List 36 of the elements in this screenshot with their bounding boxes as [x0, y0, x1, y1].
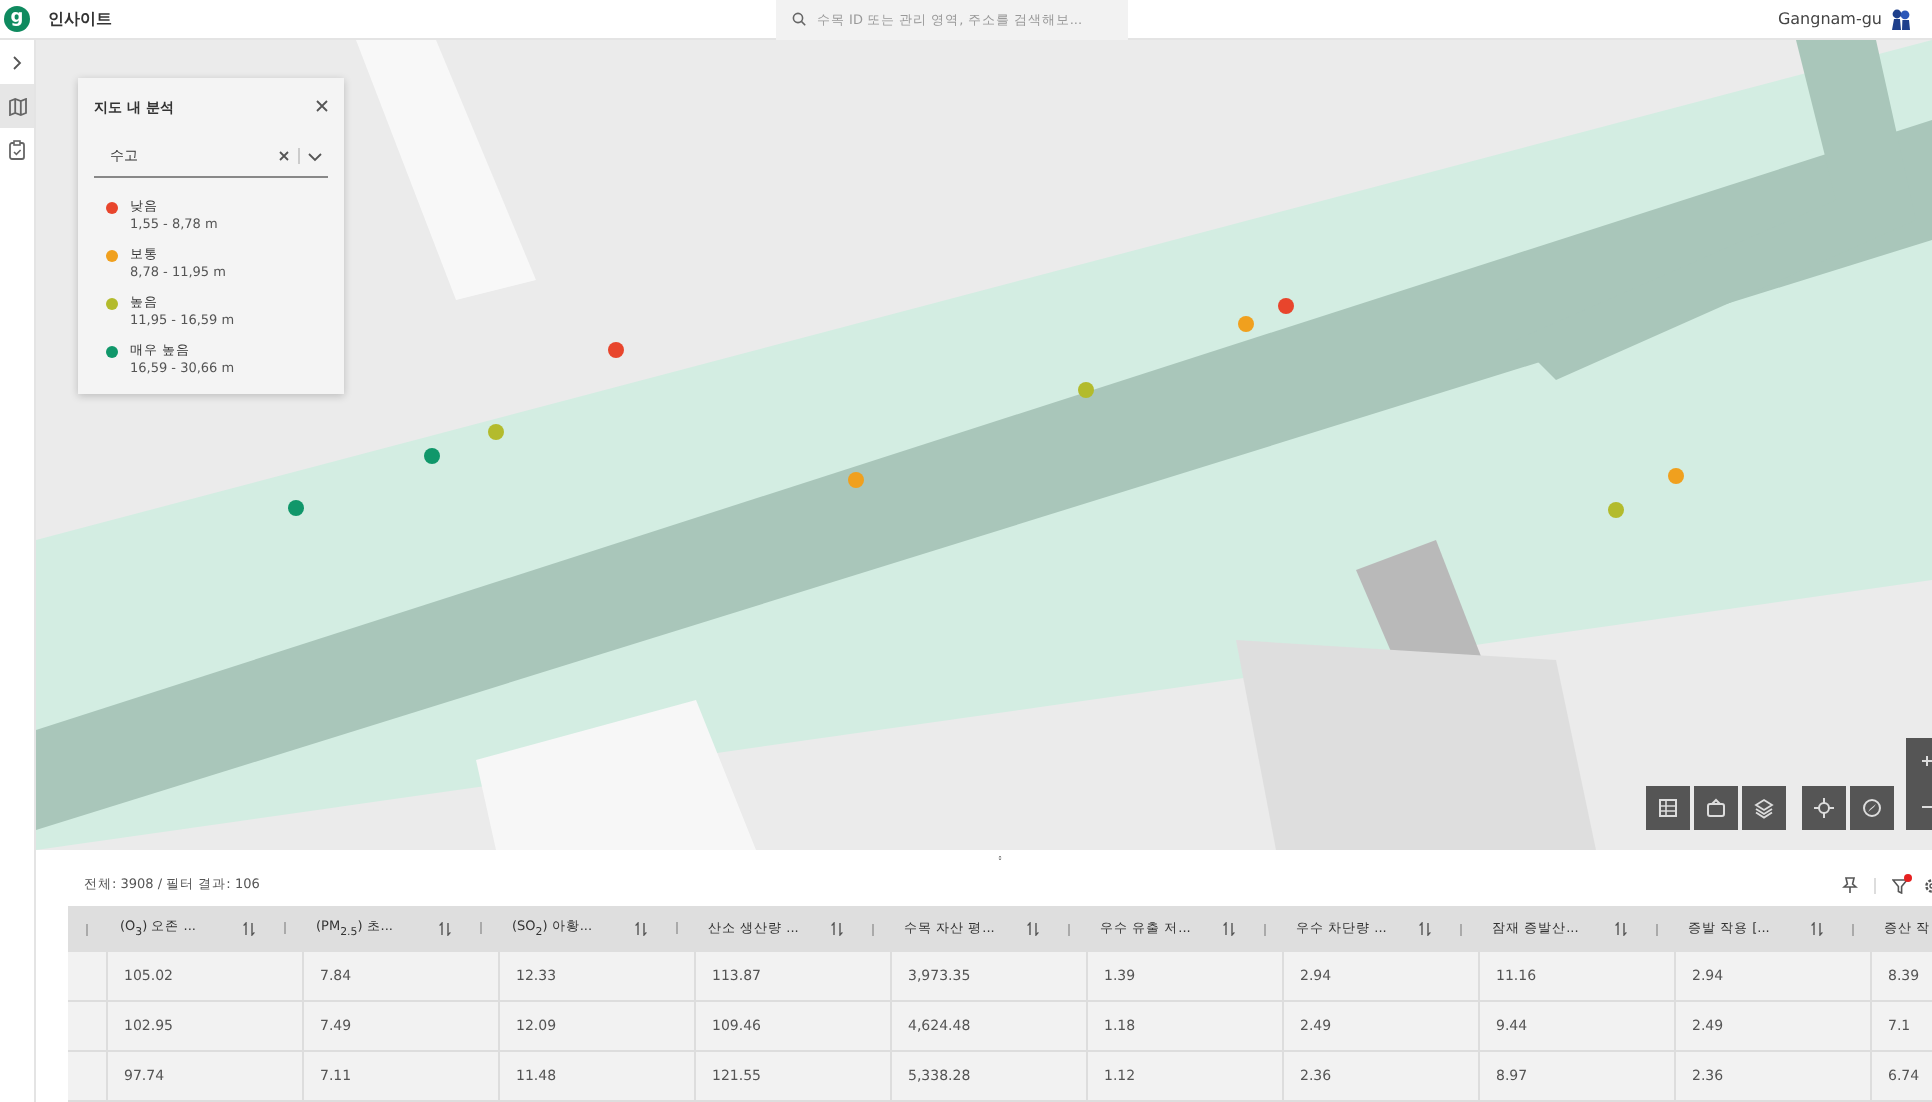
- crosshair-icon: [1813, 797, 1835, 819]
- user-name: Gangnam-gu: [1777, 10, 1882, 28]
- search-icon: [792, 12, 807, 26]
- layers-icon: [1755, 799, 1774, 819]
- map-icon: [7, 97, 27, 115]
- map-tool-button[interactable]: [1646, 786, 1690, 830]
- map-tool-button[interactable]: [1742, 786, 1786, 830]
- app-title: 인사이트: [48, 8, 112, 30]
- pin-button[interactable]: [1842, 876, 1858, 894]
- sort-icon[interactable]: [1026, 922, 1040, 936]
- sort-icon[interactable]: [1810, 922, 1824, 936]
- chevron-down-icon[interactable]: [308, 151, 322, 161]
- zoom-control[interactable]: [1906, 738, 1932, 830]
- sort-icon[interactable]: [242, 921, 256, 936]
- map-tool-button[interactable]: [1802, 786, 1846, 830]
- map-tool-button[interactable]: [1694, 786, 1738, 830]
- sidebar-tab[interactable]: [0, 84, 34, 128]
- sort-icon[interactable]: [1222, 922, 1236, 936]
- user-avatar-icon[interactable]: [1890, 8, 1912, 30]
- clipboard-icon: [8, 140, 26, 160]
- compass-icon: [1863, 799, 1881, 817]
- sort-icon[interactable]: [634, 921, 648, 936]
- map-tool-button[interactable]: [1850, 786, 1894, 830]
- clear-icon[interactable]: [278, 150, 290, 162]
- grid-icon: [1659, 799, 1677, 817]
- minus-icon: [1922, 802, 1932, 812]
- sort-icon[interactable]: [830, 922, 844, 936]
- plus-icon: [1922, 756, 1932, 766]
- chevron-right-icon: [12, 55, 22, 69]
- camera-icon: [1707, 798, 1725, 817]
- app-logo: g: [4, 6, 30, 32]
- sort-icon[interactable]: [1614, 922, 1628, 936]
- sort-icon[interactable]: [438, 921, 452, 936]
- close-button[interactable]: [316, 99, 328, 117]
- sort-icon[interactable]: [1418, 922, 1432, 936]
- filter-button[interactable]: [1892, 877, 1908, 893]
